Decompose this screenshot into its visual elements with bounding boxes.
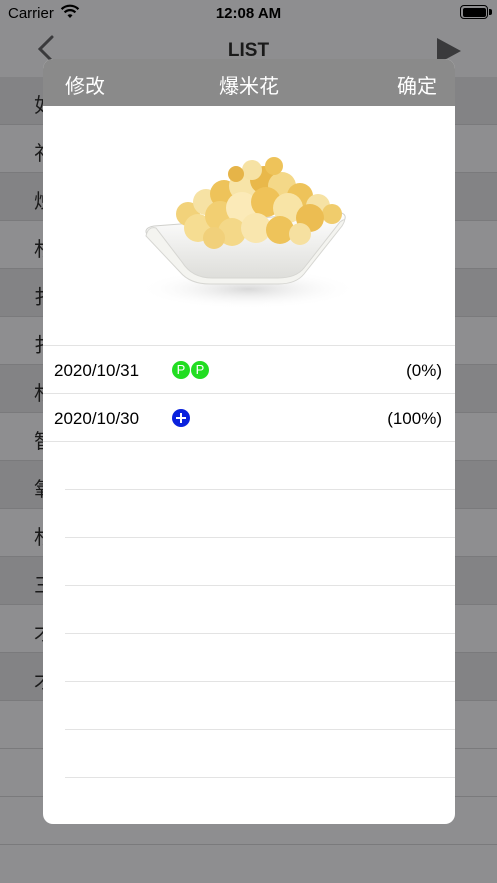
record-list: 2020/10/31 P P (0%) 2020/10/30 (100%) [43,346,455,778]
clock: 12:08 AM [215,5,282,22]
p-badge-icon: P [172,361,190,379]
empty-row [65,538,455,586]
status-bar: Carrier 12:08 AM [0,0,497,26]
empty-row [65,490,455,538]
plus-badge-icon [172,409,190,427]
empty-row [65,442,455,490]
popcorn-bowl-image [138,157,358,309]
item-image-area [43,106,455,346]
modal-header: 修改 爆米花 确定 [43,59,455,106]
confirm-button[interactable]: 确定 [397,70,437,99]
list-item[interactable]: 2020/10/30 (100%) [43,394,455,442]
battery-tip [489,9,492,15]
record-date: 2020/10/31 [54,361,140,380]
empty-row [65,586,455,634]
p-badge-icon: P [191,361,209,379]
empty-row [65,634,455,682]
item-detail-modal: 修改 爆米花 确定 2020/10/31 P P (0%) 2020/10/30… [43,59,455,824]
empty-row [65,682,455,730]
battery-icon [460,5,488,19]
record-percent: (100%) [387,409,442,428]
badge-group: P P [172,361,210,379]
list-item[interactable]: 2020/10/31 P P (0%) [43,346,455,394]
modal-title: 爆米花 [219,76,279,98]
empty-row [65,730,455,778]
record-date: 2020/10/30 [54,409,140,428]
record-percent: (0%) [406,361,442,380]
badge-group [172,409,190,427]
